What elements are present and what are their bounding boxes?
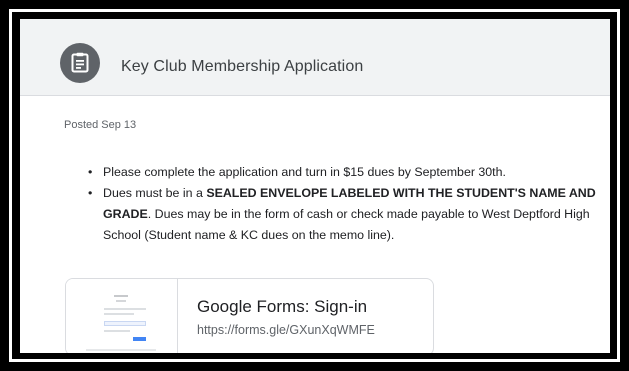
- posted-date: Posted Sep 13: [64, 119, 137, 131]
- attachment-thumbnail: [66, 279, 178, 353]
- attachment-title[interactable]: Google Forms: Sign-in: [197, 297, 367, 317]
- bullet-item: Please complete the application and turn…: [85, 162, 605, 183]
- post-header[interactable]: Key Club Membership Application: [20, 19, 610, 96]
- post-body: Please complete the application and turn…: [85, 162, 605, 246]
- attachment-card[interactable]: Google Forms: Sign-in https://forms.gle/…: [65, 278, 434, 353]
- post-title: Key Club Membership Application: [121, 58, 364, 75]
- bullet-text: Dues must be in a: [103, 186, 207, 200]
- assignment-icon-glyph: [71, 52, 89, 73]
- bullet-text: . Dues may be in the form of cash or che…: [103, 207, 590, 242]
- classroom-post-card: Key Club Membership Application Posted S…: [20, 19, 610, 353]
- assignment-icon: [60, 43, 100, 83]
- bullet-text: Please complete the application and turn…: [103, 165, 506, 179]
- attachment-url[interactable]: https://forms.gle/GXunXqWMFE: [197, 323, 377, 337]
- bullet-item: Dues must be in a SEALED ENVELOPE LABELE…: [85, 183, 605, 246]
